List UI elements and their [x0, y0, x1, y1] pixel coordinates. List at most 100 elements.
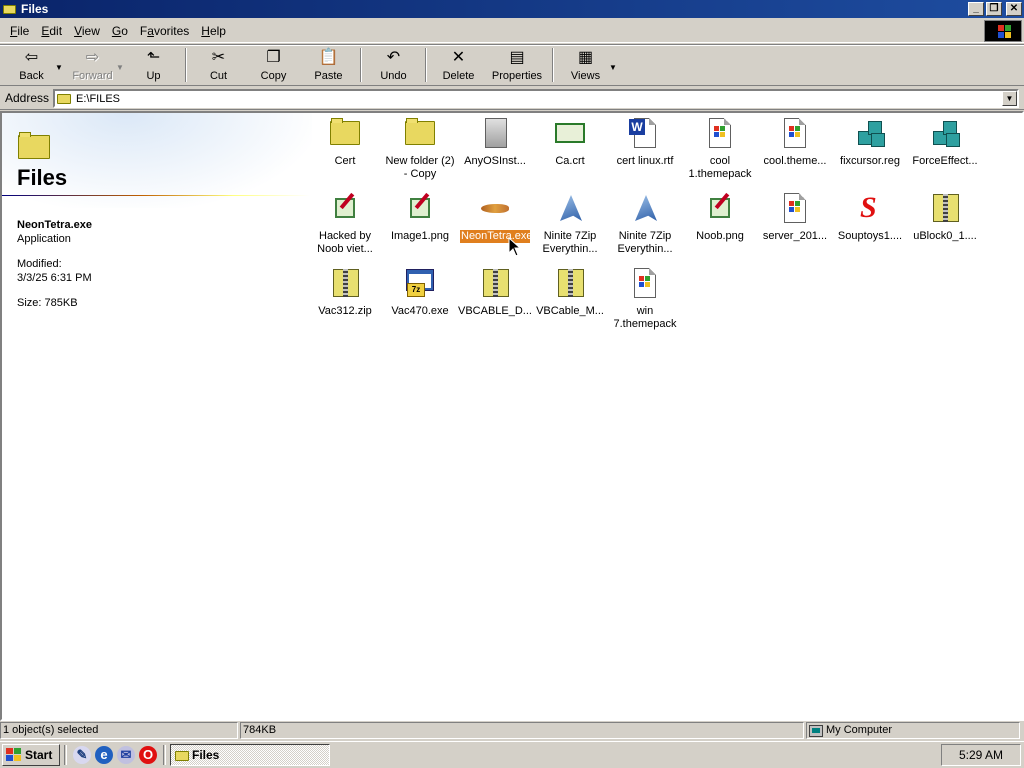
back-dropdown-icon[interactable]: ▼ — [55, 59, 65, 72]
file-label: Noob.png — [696, 230, 744, 242]
file-label: Souptoys1.... — [837, 230, 903, 242]
file-item[interactable]: W cert linux.rtf — [607, 117, 683, 168]
selected-file-name: NeonTetra.exe — [17, 219, 92, 231]
copy-button[interactable]: ❐ Copy — [246, 45, 301, 85]
file-item[interactable]: AnyOSInst... — [457, 117, 533, 168]
zip-icon — [929, 192, 961, 224]
file-item[interactable]: cool 1.themepack — [682, 117, 758, 181]
file-label: Ninite 7Zip Everythin... — [542, 230, 598, 255]
ninite-icon — [554, 192, 586, 224]
cut-button[interactable]: ✂ Cut — [191, 45, 246, 85]
file-label: win 7.themepack — [613, 305, 677, 330]
undo-icon: ↶ — [386, 49, 401, 66]
mouse-pointer-icon — [508, 237, 522, 257]
delete-x-icon: ✕ — [451, 49, 466, 66]
start-button[interactable]: Start — [2, 744, 60, 766]
properties-icon: ▤ — [509, 49, 525, 66]
status-bar: 1 object(s) selected 784KB My Computer — [0, 722, 1024, 740]
menu-bar: File Edit View Go Favorites Help — [0, 19, 1024, 43]
file-item[interactable]: New folder (2) - Copy — [382, 117, 458, 181]
menu-help[interactable]: Help — [195, 24, 232, 38]
7zip-exe-icon: 7z — [404, 267, 436, 299]
folder-icon — [329, 117, 361, 149]
taskbar-grip — [163, 745, 166, 765]
menu-file[interactable]: File — [4, 24, 35, 38]
address-dropdown-button[interactable]: ▼ — [1002, 91, 1017, 106]
maximize-button[interactable]: ❐ — [986, 2, 1002, 16]
file-item[interactable]: win 7.themepack — [607, 267, 683, 331]
file-item[interactable]: Ca.crt — [532, 117, 608, 168]
file-item[interactable]: VBCable_M... — [532, 267, 608, 318]
fish-icon — [479, 192, 511, 224]
internet-explorer-icon[interactable]: e — [95, 746, 113, 764]
file-item[interactable]: uBlock0_1.... — [907, 192, 983, 243]
file-item[interactable]: server_201... — [757, 192, 833, 243]
back-arrow-icon: ⇦ — [24, 49, 39, 66]
paste-button[interactable]: 📋 Paste — [301, 45, 356, 85]
outlook-express-icon[interactable]: ✉ — [117, 746, 135, 764]
folder-icon — [17, 131, 51, 159]
back-button[interactable]: ⇦ Back — [4, 45, 59, 85]
views-button[interactable]: ▦ Views — [558, 45, 613, 85]
folder-view[interactable]: Files NeonTetra.exe Application Modified… — [0, 111, 1024, 721]
file-item[interactable]: Hacked by Noob viet... — [307, 192, 383, 256]
views-dropdown-icon[interactable]: ▼ — [609, 59, 619, 72]
properties-button[interactable]: ▤ Properties — [486, 45, 548, 85]
file-item[interactable]: fixcursor.reg — [832, 117, 908, 168]
registry-icon — [929, 117, 961, 149]
file-label: VBCABLE_D... — [458, 305, 532, 317]
file-item-selected[interactable]: NeonTetra.exe — [457, 192, 533, 243]
folder-icon — [3, 3, 17, 15]
file-item[interactable]: Vac312.zip — [307, 267, 383, 318]
menu-go[interactable]: Go — [106, 24, 134, 38]
themepack-icon — [629, 267, 661, 299]
file-item[interactable]: cool.theme... — [757, 117, 833, 168]
zip-icon — [329, 267, 361, 299]
file-label: Cert — [334, 155, 356, 167]
up-button[interactable]: ⬑ Up — [126, 45, 181, 85]
task-button-files[interactable]: Files — [170, 744, 330, 766]
status-selection: 1 object(s) selected — [0, 722, 238, 739]
file-item[interactable]: Ninite 7Zip Everythin... — [532, 192, 608, 256]
show-desktop-icon[interactable]: ✎ — [73, 746, 91, 764]
file-item[interactable]: 7z Vac470.exe — [382, 267, 458, 318]
title-bar[interactable]: Files _ ❐ ✕ — [0, 0, 1024, 18]
file-label: Image1.png — [390, 230, 450, 242]
file-item[interactable]: Noob.png — [682, 192, 758, 243]
delete-button[interactable]: ✕ Delete — [431, 45, 486, 85]
copy-icon: ❐ — [266, 49, 281, 66]
toolbar-separator — [425, 48, 427, 82]
file-item[interactable]: S Souptoys1.... — [832, 192, 908, 243]
file-item[interactable]: ForceEffect... — [907, 117, 983, 168]
views-grid-icon: ▦ — [577, 49, 594, 66]
minimize-button[interactable]: _ — [968, 2, 984, 16]
forward-button[interactable]: ⇨ Forward — [65, 45, 120, 85]
clipboard-icon: 📋 — [318, 49, 339, 66]
file-item[interactable]: Ninite 7Zip Everythin... — [607, 192, 683, 256]
file-label: Vac312.zip — [318, 305, 372, 317]
word-document-icon: W — [629, 117, 661, 149]
close-button[interactable]: ✕ — [1006, 2, 1022, 16]
opera-icon[interactable]: O — [139, 746, 157, 764]
file-item[interactable]: Image1.png — [382, 192, 458, 243]
menu-favorites[interactable]: Favorites — [134, 24, 195, 38]
system-tray-clock[interactable]: 5:29 AM — [941, 744, 1021, 766]
divider — [2, 195, 310, 196]
folder-icon — [175, 750, 189, 761]
undo-button[interactable]: ↶ Undo — [366, 45, 421, 85]
file-item[interactable]: VBCABLE_D... — [457, 267, 533, 318]
certificate-icon — [554, 117, 586, 149]
window-title: Files — [21, 2, 49, 16]
file-label: uBlock0_1.... — [913, 230, 977, 242]
themepack-icon — [704, 117, 736, 149]
menu-edit[interactable]: Edit — [35, 24, 68, 38]
menu-view[interactable]: View — [68, 24, 106, 38]
file-item[interactable]: Cert — [307, 117, 383, 168]
file-size: Size: 785KB — [17, 297, 78, 309]
forward-dropdown-icon[interactable]: ▼ — [116, 59, 126, 72]
toolbar-separator — [360, 48, 362, 82]
themepack-icon — [779, 117, 811, 149]
my-computer-icon — [809, 724, 823, 737]
installer-icon — [479, 117, 511, 149]
address-input[interactable]: E:\FILES ▼ — [53, 89, 1019, 108]
